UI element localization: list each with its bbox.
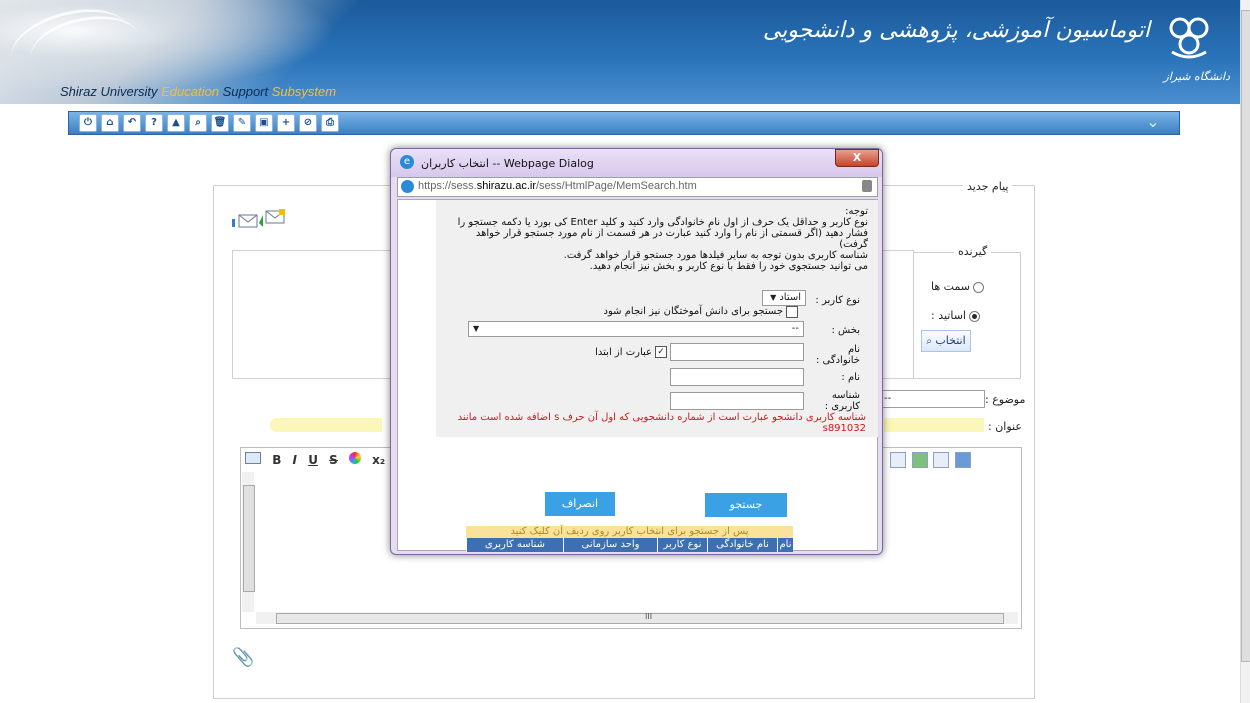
section-label: بخش : <box>831 325 860 336</box>
document-icon[interactable] <box>933 452 949 468</box>
editor-right-toolbar <box>888 452 971 471</box>
title-input[interactable] <box>884 418 984 432</box>
strikethrough-button[interactable]: S <box>329 453 338 467</box>
search-icon: ⌕ <box>926 336 932 347</box>
radio-professors[interactable] <box>968 310 980 322</box>
results-table-header: نام نام خانوادگی نوع کاربر واحد سازمانی … <box>466 538 793 552</box>
save-icon[interactable] <box>954 452 971 468</box>
underline-button[interactable]: U <box>308 453 318 467</box>
user-type-select[interactable]: استاد▼ <box>762 290 806 306</box>
ie-icon <box>401 180 414 193</box>
radio-professors-row[interactable]: اساتید : <box>931 309 980 322</box>
chevron-down-icon[interactable]: ⌄ <box>1141 113 1165 131</box>
back-icon[interactable]: ↶ <box>123 114 141 132</box>
selection-hint: پس از جستجو برای انتخاب کاربر روی ردیف آ… <box>466 526 793 538</box>
search-form: توجه: نوع کاربر و حداقل یک حرف از اول نا… <box>436 200 878 437</box>
page-scroll-thumb[interactable] <box>1241 10 1250 662</box>
image-icon[interactable] <box>911 452 928 468</box>
user-search-dialog: e انتخاب کاربران -- Webpage Dialog X htt… <box>390 148 883 555</box>
help-icon[interactable]: ? <box>145 114 163 132</box>
lastname-input[interactable] <box>670 343 804 361</box>
add-icon[interactable]: + <box>277 114 295 132</box>
from-start-label: عبارت از ابتدا <box>595 347 652 358</box>
close-button[interactable]: X <box>835 149 879 167</box>
paperclip-icon[interactable]: 📎 <box>232 647 254 668</box>
window-icon[interactable]: ▣ <box>255 114 273 132</box>
chevron-down-icon: ▼ <box>473 324 480 333</box>
new-message-legend: پیام جدید <box>963 180 1013 193</box>
col-lastname: نام خانوادگی <box>707 538 777 552</box>
select-button-label: انتخاب <box>935 334 966 347</box>
section-select[interactable]: -- ▼ <box>468 321 804 337</box>
user-type-label: نوع کاربر : <box>815 295 860 306</box>
home-icon[interactable]: ⌂ <box>101 114 119 132</box>
table-icon[interactable] <box>890 452 906 468</box>
italic-button[interactable]: I <box>293 453 297 467</box>
persian-site-title: اتوماسیون آموزشی، پژوهشی و دانشجویی <box>762 18 1150 43</box>
cancel-button[interactable]: انصراف <box>545 492 615 516</box>
color-icon[interactable] <box>348 452 361 464</box>
lastname-label: نام خانوادگی : <box>815 344 860 366</box>
university-name: دانشگاه شیراز <box>1163 70 1231 83</box>
title-label: عنوان : <box>988 420 1022 433</box>
col-user-id: شناسه کاربری <box>466 538 563 552</box>
dialog-address-bar: https://sess.shirazu.ac.ir/sess/HtmlPage… <box>397 177 878 197</box>
dialog-url: https://sess.shirazu.ac.ir/sess/HtmlPage… <box>418 180 697 192</box>
student-search-label: جستجو برای دانش آموختگان نیز انجام شود <box>603 306 783 317</box>
dialog-body: توجه: نوع کاربر و حداقل یک حرف از اول نا… <box>397 199 878 552</box>
name-input[interactable] <box>670 368 804 386</box>
from-start-checkbox[interactable]: ✓ <box>655 346 667 358</box>
power-icon[interactable]: ⏻ <box>79 114 97 132</box>
bold-button[interactable]: B <box>272 453 281 467</box>
dialog-titlebar[interactable]: e انتخاب کاربران -- Webpage Dialog X <box>391 149 882 177</box>
select-button[interactable]: ⌕ انتخاب <box>921 330 971 352</box>
radio-professors-label: اساتید : <box>931 309 966 322</box>
lock-icon <box>862 180 872 192</box>
recipient-legend: گیرنده <box>954 245 992 258</box>
subject-select[interactable]: -- <box>880 390 985 408</box>
instructions-note: توجه: نوع کاربر و حداقل یک حرف از اول نا… <box>457 206 868 272</box>
col-org-unit: واحد سازمانی <box>563 538 657 552</box>
site-header: Shiraz University Education Support Subs… <box>0 0 1240 104</box>
ie-icon: e <box>400 155 414 169</box>
user-id-input[interactable] <box>670 392 804 410</box>
editor-horizontal-scroll-thumb[interactable]: III <box>276 612 1004 624</box>
english-site-title: Shiraz University Education Support Subs… <box>60 84 337 99</box>
title-input-highlight[interactable] <box>270 418 382 432</box>
delete-icon[interactable]: 🗑 <box>211 114 229 132</box>
radio-positions-row[interactable]: سمت ها <box>931 280 985 293</box>
col-user-type: نوع کاربر <box>657 538 707 552</box>
university-logo-icon <box>1169 17 1209 59</box>
col-name: نام <box>777 538 793 552</box>
cancel-icon[interactable]: ⊘ <box>299 114 317 132</box>
search-button[interactable]: جستجو <box>705 493 787 517</box>
edit-icon[interactable]: ✎ <box>233 114 251 132</box>
subscript-button[interactable]: x₂ <box>372 453 385 467</box>
user-id-label: شناسه کاربری : <box>824 390 860 412</box>
main-toolbar: ⏻ ⌂ ↶ ? ▲ ⌕ 🗑 ✎ ▣ + ⊘ ⎙ ⌄ <box>68 111 1180 135</box>
student-search-checkbox[interactable] <box>786 306 798 318</box>
chevron-down-icon: ▼ <box>770 293 777 302</box>
name-label: نام : <box>841 372 860 383</box>
subject-label: موضوع : <box>985 393 1026 406</box>
student-id-note: شناسه کاربری دانشجو عبارت است از شماره د… <box>457 412 866 434</box>
editor-vertical-scroll-thumb[interactable] <box>243 485 255 592</box>
mail-icons <box>232 209 285 228</box>
radio-positions[interactable] <box>973 281 985 293</box>
keyboard-icon[interactable] <box>245 452 261 464</box>
search-icon[interactable]: ⌕ <box>189 114 207 132</box>
dialog-title: انتخاب کاربران -- Webpage Dialog <box>421 157 594 170</box>
scroll-grip: III <box>645 612 653 621</box>
print-icon[interactable]: ⎙ <box>321 114 339 132</box>
radio-positions-label: سمت ها <box>931 280 971 293</box>
warning-icon[interactable]: ▲ <box>167 114 185 132</box>
